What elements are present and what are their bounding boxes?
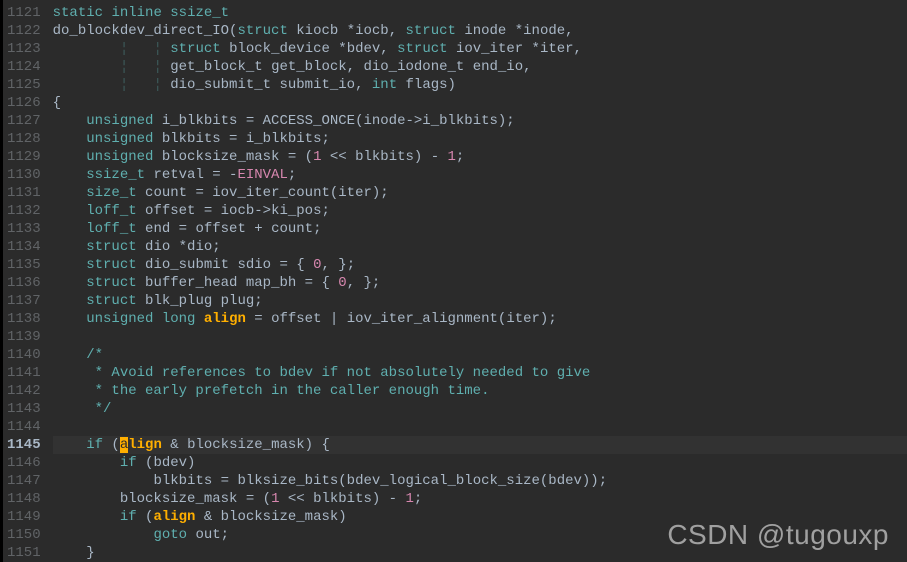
- code-line[interactable]: ssize_t retval = -EINVAL;: [53, 166, 907, 184]
- line-number: 1149: [7, 508, 41, 526]
- line-number: 1121: [7, 4, 41, 22]
- line-number: 1148: [7, 490, 41, 508]
- code-line[interactable]: }: [53, 544, 907, 562]
- code-line[interactable]: [53, 328, 907, 346]
- code-line[interactable]: {: [53, 94, 907, 112]
- line-number: 1138: [7, 310, 41, 328]
- code-line[interactable]: blkbits = blksize_bits(bdev_logical_bloc…: [53, 472, 907, 490]
- line-number: 1127: [7, 112, 41, 130]
- code-line[interactable]: if (align & blocksize_mask) {: [53, 436, 907, 454]
- line-number: 1124: [7, 58, 41, 76]
- code-line[interactable]: /*: [53, 346, 907, 364]
- code-line[interactable]: do_blockdev_direct_IO(struct kiocb *iocb…: [53, 22, 907, 40]
- code-line[interactable]: * Avoid references to bdev if not absolu…: [53, 364, 907, 382]
- line-number: 1139: [7, 328, 41, 346]
- code-line[interactable]: loff_t offset = iocb->ki_pos;: [53, 202, 907, 220]
- line-number: 1132: [7, 202, 41, 220]
- line-number: 1136: [7, 274, 41, 292]
- code-line[interactable]: loff_t end = offset + count;: [53, 220, 907, 238]
- code-line[interactable]: unsigned blkbits = i_blkbits;: [53, 130, 907, 148]
- line-number: 1126: [7, 94, 41, 112]
- line-number: 1137: [7, 292, 41, 310]
- code-line[interactable]: unsigned long align = offset | iov_iter_…: [53, 310, 907, 328]
- code-line[interactable]: struct dio_submit sdio = { 0, };: [53, 256, 907, 274]
- code-line[interactable]: [53, 418, 907, 436]
- line-number: 1150: [7, 526, 41, 544]
- code-line[interactable]: */: [53, 400, 907, 418]
- code-line[interactable]: if (bdev): [53, 454, 907, 472]
- code-line[interactable]: unsigned i_blkbits = ACCESS_ONCE(inode->…: [53, 112, 907, 130]
- line-number: 1140: [7, 346, 41, 364]
- line-number: 1125: [7, 76, 41, 94]
- code-line[interactable]: goto out;: [53, 526, 907, 544]
- line-number: 1147: [7, 472, 41, 490]
- code-line[interactable]: struct blk_plug plug;: [53, 292, 907, 310]
- code-line[interactable]: static inline ssize_t: [53, 4, 907, 22]
- code-editor[interactable]: 1121112211231124112511261127112811291130…: [0, 0, 907, 562]
- line-number: 1142: [7, 382, 41, 400]
- code-line[interactable]: * the early prefetch in the caller enoug…: [53, 382, 907, 400]
- line-number: 1130: [7, 166, 41, 184]
- line-number: 1144: [7, 418, 41, 436]
- line-number: 1141: [7, 364, 41, 382]
- code-line[interactable]: unsigned blocksize_mask = (1 << blkbits)…: [53, 148, 907, 166]
- cursor: a: [120, 437, 128, 453]
- line-number: 1123: [7, 40, 41, 58]
- code-line[interactable]: size_t count = iov_iter_count(iter);: [53, 184, 907, 202]
- code-line[interactable]: struct dio *dio;: [53, 238, 907, 256]
- line-number: 1131: [7, 184, 41, 202]
- code-line[interactable]: ¦ ¦ get_block_t get_block, dio_iodone_t …: [53, 58, 907, 76]
- code-line[interactable]: if (align & blocksize_mask): [53, 508, 907, 526]
- line-number: 1146: [7, 454, 41, 472]
- line-number-gutter: 1121112211231124112511261127112811291130…: [3, 0, 47, 562]
- code-line[interactable]: struct buffer_head map_bh = { 0, };: [53, 274, 907, 292]
- code-line[interactable]: blocksize_mask = (1 << blkbits) - 1;: [53, 490, 907, 508]
- code-line[interactable]: ¦ ¦ dio_submit_t submit_io, int flags): [53, 76, 907, 94]
- line-number: 1143: [7, 400, 41, 418]
- line-number: 1133: [7, 220, 41, 238]
- line-number: 1151: [7, 544, 41, 562]
- line-number: 1122: [7, 22, 41, 40]
- line-number: 1135: [7, 256, 41, 274]
- code-line[interactable]: ¦ ¦ struct block_device *bdev, struct io…: [53, 40, 907, 58]
- code-area[interactable]: static inline ssize_tdo_blockdev_direct_…: [47, 0, 907, 562]
- line-number: 1145: [7, 436, 41, 454]
- line-number: 1129: [7, 148, 41, 166]
- line-number: 1128: [7, 130, 41, 148]
- line-number: 1134: [7, 238, 41, 256]
